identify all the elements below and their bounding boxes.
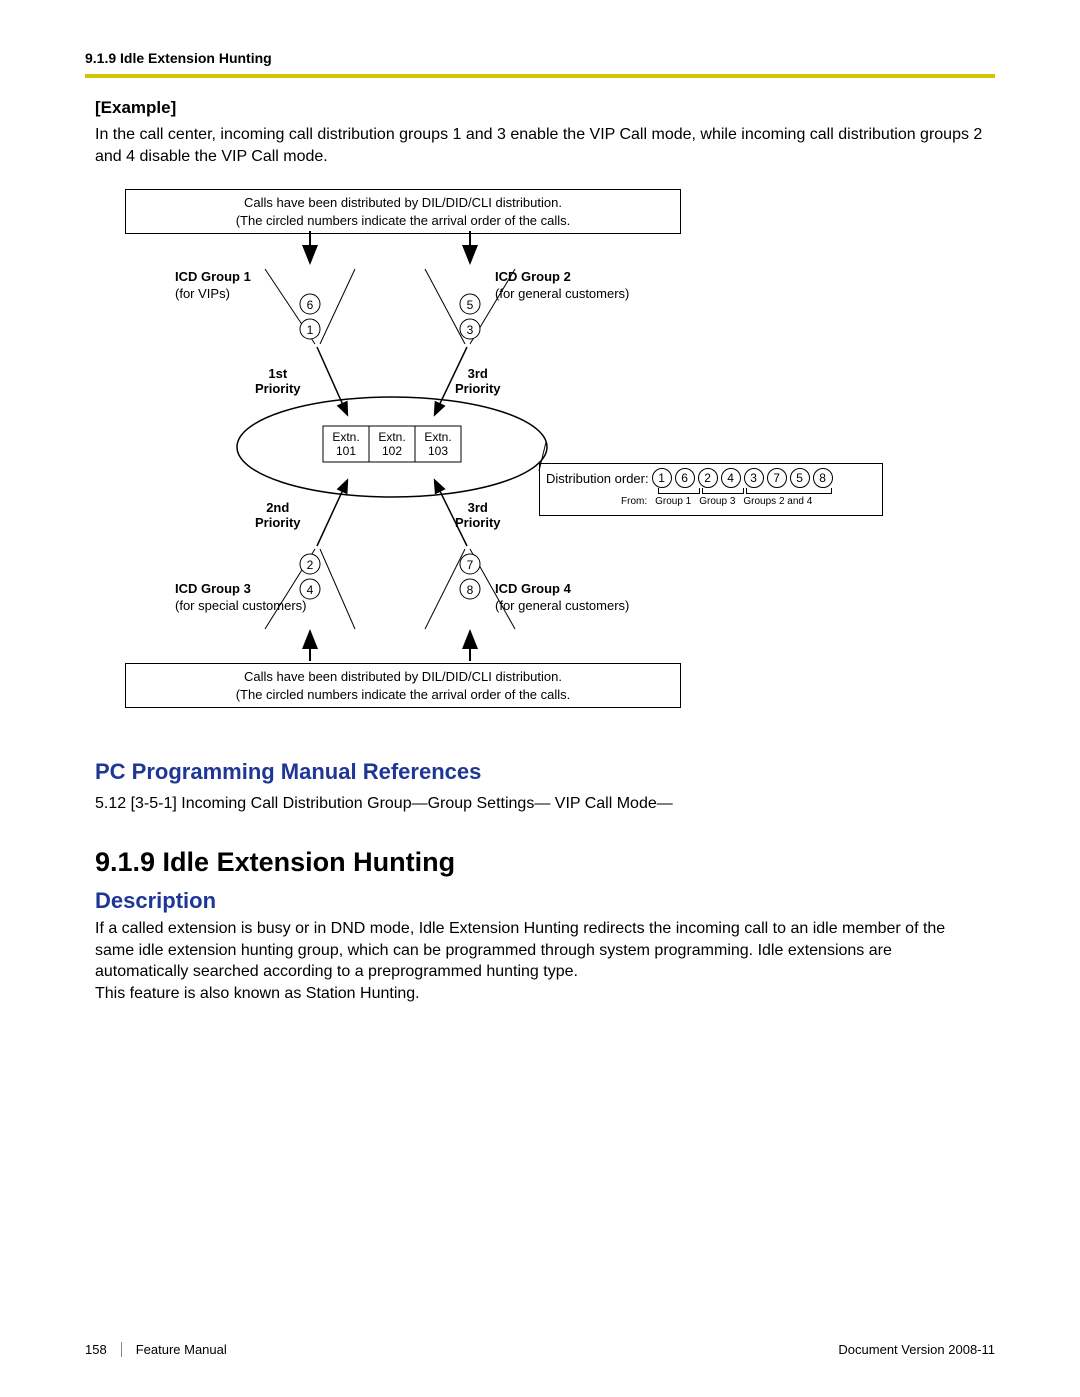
diagram: Calls have been distributed by DIL/DID/C… <box>125 189 885 719</box>
order-2: 6 <box>675 468 695 488</box>
page-header: 9.1.9 Idle Extension Hunting <box>85 50 995 66</box>
icd-group-2: ICD Group 2 (for general customers) <box>495 269 629 303</box>
p3l2: Priority <box>455 515 501 530</box>
priority-3-bottom: 3rd Priority <box>455 501 501 531</box>
svg-text:Extn.: Extn. <box>424 430 451 444</box>
icd-group-4: ICD Group 4 (for general customers) <box>495 581 629 615</box>
grp2-title: ICD Group 2 <box>495 269 571 284</box>
footer-label: Feature Manual <box>136 1342 227 1357</box>
document-version: Document Version 2008-11 <box>838 1342 995 1357</box>
from-g1: Group 1 <box>655 496 691 507</box>
svg-text:Extn.: Extn. <box>332 430 359 444</box>
svg-text:101: 101 <box>336 444 356 458</box>
p2al2: Priority <box>455 381 501 396</box>
grp4-sub: (for general customers) <box>495 598 629 613</box>
p2bl2: Priority <box>255 515 301 530</box>
svg-text:2: 2 <box>307 558 314 572</box>
from-g3: Group 3 <box>699 496 735 507</box>
page-number: 158 <box>85 1342 122 1357</box>
order-3: 2 <box>698 468 718 488</box>
svg-text:6: 6 <box>307 298 314 312</box>
svg-text:8: 8 <box>467 583 474 597</box>
svg-text:1: 1 <box>307 323 314 337</box>
svg-text:Extn.: Extn. <box>378 430 405 444</box>
main-section-title: 9.1.9 Idle Extension Hunting <box>95 847 985 878</box>
p1l2: Priority <box>255 381 301 396</box>
icd-group-1: ICD Group 1 (for VIPs) <box>175 269 251 303</box>
example-title: [Example] <box>95 98 985 118</box>
priority-3-top: 3rd Priority <box>455 367 501 397</box>
from-label: From: <box>621 496 647 507</box>
description-heading: Description <box>95 888 985 914</box>
page-footer: 158 Feature Manual Document Version 2008… <box>85 1342 995 1357</box>
order-1: 1 <box>652 468 672 488</box>
svg-text:4: 4 <box>307 583 314 597</box>
pc-references-text: 5.12 [3-5-1] Incoming Call Distribution … <box>95 795 985 813</box>
header-rule <box>85 74 995 78</box>
svg-text:3: 3 <box>467 323 474 337</box>
priority-2: 2nd Priority <box>255 501 301 531</box>
example-text: In the call center, incoming call distri… <box>95 124 985 167</box>
order-label: Distribution order: <box>546 471 649 486</box>
svg-text:7: 7 <box>467 558 474 572</box>
from-g24: Groups 2 and 4 <box>743 496 812 507</box>
svg-text:102: 102 <box>382 444 402 458</box>
distribution-order-box: Distribution order: 1 6 2 4 3 7 5 8 From… <box>539 463 883 516</box>
order-8: 8 <box>813 468 833 488</box>
order-4: 4 <box>721 468 741 488</box>
order-5: 3 <box>744 468 764 488</box>
grp3-title: ICD Group 3 <box>175 581 251 596</box>
description-text: If a called extension is busy or in DND … <box>95 918 985 1004</box>
priority-1: 1st Priority <box>255 367 301 397</box>
p3l1: 3rd <box>468 500 488 515</box>
grp1-title: ICD Group 1 <box>175 269 251 284</box>
grp2-sub: (for general customers) <box>495 286 629 301</box>
grp4-title: ICD Group 4 <box>495 581 571 596</box>
order-6: 7 <box>767 468 787 488</box>
p1l1: 1st <box>268 366 287 381</box>
order-7: 5 <box>790 468 810 488</box>
grp3-sub: (for special customers) <box>175 598 306 613</box>
svg-text:5: 5 <box>467 298 474 312</box>
grp1-sub: (for VIPs) <box>175 286 230 301</box>
svg-text:103: 103 <box>428 444 448 458</box>
pc-references-title: PC Programming Manual References <box>95 759 985 785</box>
page-content: [Example] In the call center, incoming c… <box>85 98 995 1005</box>
p2bl1: 2nd <box>266 500 289 515</box>
p2al1: 3rd <box>468 366 488 381</box>
icd-group-3: ICD Group 3 (for special customers) <box>175 581 306 615</box>
